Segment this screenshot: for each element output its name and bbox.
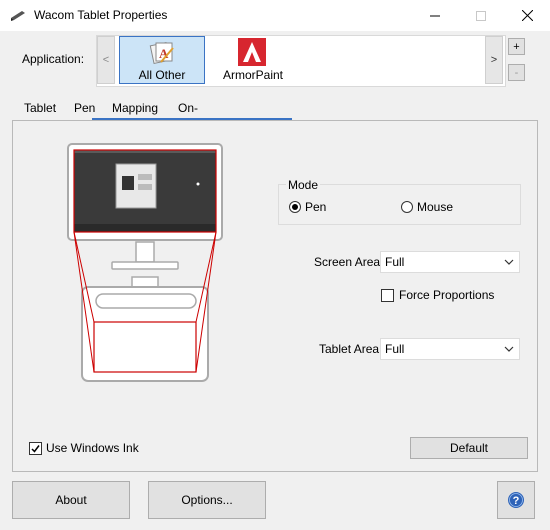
chevron-down-icon (504, 259, 514, 265)
app-tile-label: ArmorPaint (222, 68, 284, 82)
window-title: Wacom Tablet Properties (34, 8, 168, 22)
close-button[interactable] (504, 0, 550, 31)
maximize-icon (476, 10, 486, 21)
app-tile-all-other[interactable]: A All Other (119, 36, 205, 84)
options-button[interactable]: Options... (148, 481, 266, 519)
add-application-button[interactable]: + (508, 38, 525, 55)
force-proportions-option[interactable]: Force Proportions (381, 288, 494, 302)
app-scroll-left-button[interactable]: < (97, 36, 115, 84)
tablet-area-value: Full (385, 342, 405, 356)
tab-tablet[interactable]: Tablet (24, 97, 56, 119)
application-label: Application: (22, 52, 85, 66)
screen-area-value: Full (385, 255, 405, 269)
remove-application-button[interactable]: - (508, 64, 525, 81)
tab-on-screen-controls[interactable]: On-Screen Controls (178, 97, 223, 159)
help-icon: ? (508, 492, 524, 508)
tab-pen[interactable]: Pen (74, 97, 95, 119)
app-tile-label: All Other (138, 68, 186, 82)
close-icon (521, 10, 533, 21)
use-windows-ink-option[interactable]: Use Windows Ink (29, 441, 139, 455)
force-proportions-label: Force Proportions (399, 288, 495, 302)
wacom-pen-icon (10, 9, 26, 23)
app-scroll-right-button[interactable]: > (485, 36, 503, 84)
use-windows-ink-checkbox[interactable] (29, 441, 42, 455)
armorpaint-icon (238, 38, 266, 66)
about-button[interactable]: About (12, 481, 130, 519)
mode-pen-radio[interactable]: Pen (289, 200, 326, 214)
tab-mapping[interactable]: Mapping (112, 97, 158, 119)
app-tile-armorpaint[interactable]: ArmorPaint (210, 36, 296, 84)
svg-text:?: ? (513, 495, 520, 507)
mode-mouse-radio[interactable]: Mouse (401, 200, 453, 214)
mapping-illustration (66, 142, 226, 384)
mode-group-title: Mode (286, 178, 321, 192)
default-button[interactable]: Default (410, 437, 528, 459)
force-proportions-checkbox[interactable] (381, 288, 394, 302)
radio-button-unchecked[interactable] (401, 201, 413, 213)
mode-pen-label: Pen (305, 200, 327, 214)
radio-button-checked[interactable] (289, 201, 301, 213)
help-button[interactable]: ? (497, 481, 535, 519)
screen-area-select[interactable]: Full (380, 251, 520, 273)
all-other-icon: A (149, 40, 175, 66)
tablet-area-select[interactable]: Full (380, 338, 520, 360)
tablet-area-label: Tablet Area: (319, 342, 383, 356)
chevron-down-icon (504, 346, 514, 352)
screen-area-label: Screen Area: (314, 255, 384, 269)
mode-mouse-label: Mouse (417, 200, 454, 214)
maximize-button (458, 0, 504, 31)
checkmark-icon (31, 444, 40, 453)
minimize-button[interactable] (412, 0, 458, 31)
use-windows-ink-label: Use Windows Ink (46, 441, 139, 455)
minimize-icon (430, 15, 440, 16)
